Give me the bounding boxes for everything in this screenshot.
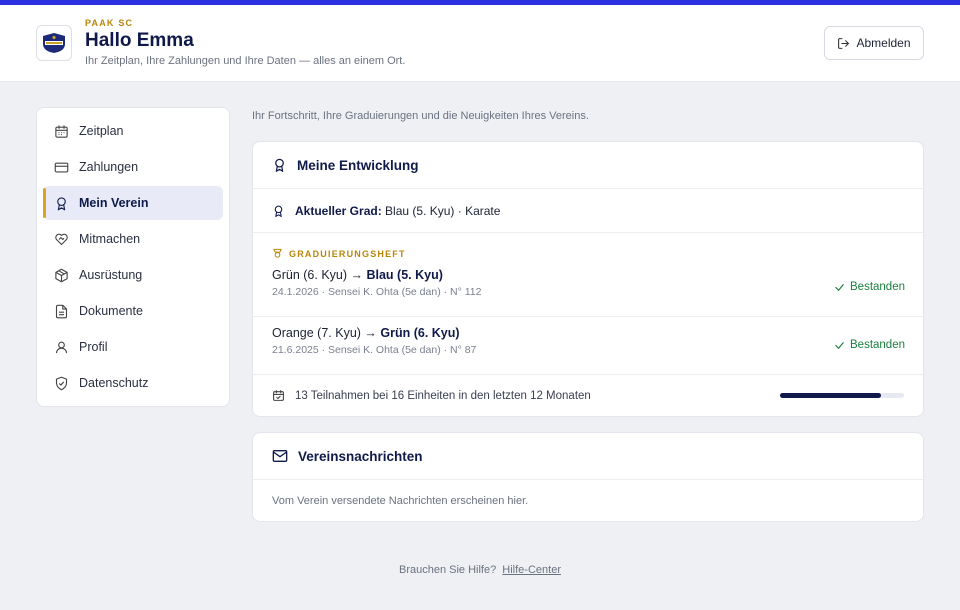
heart-handshake-icon — [55, 233, 68, 245]
development-card-title: Meine Entwicklung — [297, 157, 419, 173]
attendance-progress-fill — [780, 393, 881, 398]
graduation-book-label: GRADUIERUNGSHEFT — [289, 249, 406, 259]
page-title: Hallo Emma — [85, 30, 194, 51]
logout-button[interactable]: Abmelden — [824, 26, 924, 60]
sidebar-item-profil[interactable]: Profil — [43, 330, 223, 364]
sidebar-item-label: Profil — [79, 340, 108, 354]
attendance-progress-bar — [780, 393, 904, 398]
sidebar-item-label: Zahlungen — [79, 160, 139, 174]
sidebar-item-zeitplan[interactable]: Zeitplan — [43, 114, 223, 148]
graduation-meta: 24.1.2026 · Sensei K. Ohta (5e dan) · N°… — [272, 286, 482, 298]
club-logo — [36, 25, 72, 61]
sidebar-item-label: Dokumente — [79, 304, 143, 318]
calendar-check-icon — [273, 390, 284, 401]
page-subtitle: Ihr Zeitplan, Ihre Zahlungen und Ihre Da… — [85, 55, 406, 67]
sidebar-item-zahlungen[interactable]: Zahlungen — [43, 150, 223, 184]
graduation-book-label-row: GRADUIERUNGSHEFT — [253, 233, 923, 259]
news-card: Vereinsnachrichten Vom Verein versendete… — [252, 432, 924, 522]
award-icon — [274, 205, 283, 217]
status-label: Bestanden — [850, 339, 905, 351]
current-grade-label: Aktueller Grad: — [295, 203, 382, 218]
graduation-from: Grün (6. Kyu) → — [272, 268, 363, 282]
sidebar-item-dokumente[interactable]: Dokumente — [43, 294, 223, 328]
sidebar-item-ausruestung[interactable]: Ausrüstung — [43, 258, 223, 292]
club-crest-icon — [43, 33, 65, 53]
logout-label: Abmelden — [856, 36, 911, 50]
development-card-header: Meine Entwicklung — [253, 142, 923, 189]
logout-icon — [838, 37, 850, 49]
page-intro: Ihr Fortschritt, Ihre Graduierungen und … — [252, 110, 589, 122]
document-icon — [55, 304, 68, 318]
attendance-row: 13 Teilnahmen bei 16 Einheiten in den le… — [253, 375, 923, 416]
sidebar-item-label: Mein Verein — [79, 196, 149, 210]
mail-icon — [272, 450, 288, 462]
attendance-text: 13 Teilnahmen bei 16 Einheiten in den le… — [295, 389, 591, 402]
news-card-header: Vereinsnachrichten — [253, 433, 923, 480]
help-footer: Brauchen Sie Hilfe? Hilfe-Center — [0, 564, 960, 576]
award-icon — [275, 158, 284, 172]
award-icon — [57, 196, 66, 210]
help-center-link[interactable]: Hilfe-Center — [502, 564, 561, 576]
graduation-entry: Grün (6. Kyu) → Blau (5. Kyu) 24.1.2026 … — [253, 259, 923, 317]
current-grade-value: Blau (5. Kyu) · Karate — [385, 203, 501, 218]
medal-icon — [273, 248, 282, 258]
credit-card-icon — [54, 162, 69, 172]
sidebar-item-mein-verein[interactable]: Mein Verein — [43, 186, 223, 220]
package-icon — [55, 268, 68, 282]
sidebar-item-mitmachen[interactable]: Mitmachen — [43, 222, 223, 256]
page-header: PAAK SC Hallo Emma Ihr Zeitplan, Ihre Za… — [0, 5, 960, 82]
sidebar-item-label: Mitmachen — [79, 232, 141, 246]
graduation-meta: 21.6.2025 · Sensei K. Ohta (5e dan) · N°… — [272, 344, 477, 356]
check-icon — [835, 341, 844, 349]
shield-check-icon — [55, 376, 68, 390]
calendar-icon — [55, 124, 68, 138]
graduation-entry: Orange (7. Kyu) → Grün (6. Kyu) 21.6.202… — [253, 317, 923, 375]
check-icon — [835, 283, 844, 291]
news-empty-state: Vom Verein versendete Nachrichten ersche… — [272, 494, 529, 507]
help-text: Brauchen Sie Hilfe? — [399, 564, 497, 576]
current-grade-row: Aktueller Grad: Blau (5. Kyu) · Karate — [253, 189, 923, 233]
status-label: Bestanden — [850, 281, 905, 293]
graduation-to: Grün (6. Kyu) — [380, 326, 460, 340]
status-badge: Bestanden — [834, 339, 905, 351]
development-card: Meine Entwicklung Aktueller Grad: Blau (… — [252, 141, 924, 417]
club-name: PAAK SC — [85, 18, 134, 28]
sidebar-item-label: Datenschutz — [79, 376, 149, 390]
graduation-from: Orange (7. Kyu) → — [272, 326, 377, 340]
sidebar: Zeitplan Zahlungen Mein Verein Mitmachen… — [36, 107, 230, 407]
status-badge: Bestanden — [834, 281, 905, 293]
sidebar-item-label: Zeitplan — [79, 124, 124, 138]
user-icon — [55, 341, 68, 353]
sidebar-item-label: Ausrüstung — [79, 268, 143, 282]
graduation-to: Blau (5. Kyu) — [366, 268, 443, 282]
news-card-title: Vereinsnachrichten — [298, 448, 423, 464]
sidebar-item-datenschutz[interactable]: Datenschutz — [43, 366, 223, 400]
